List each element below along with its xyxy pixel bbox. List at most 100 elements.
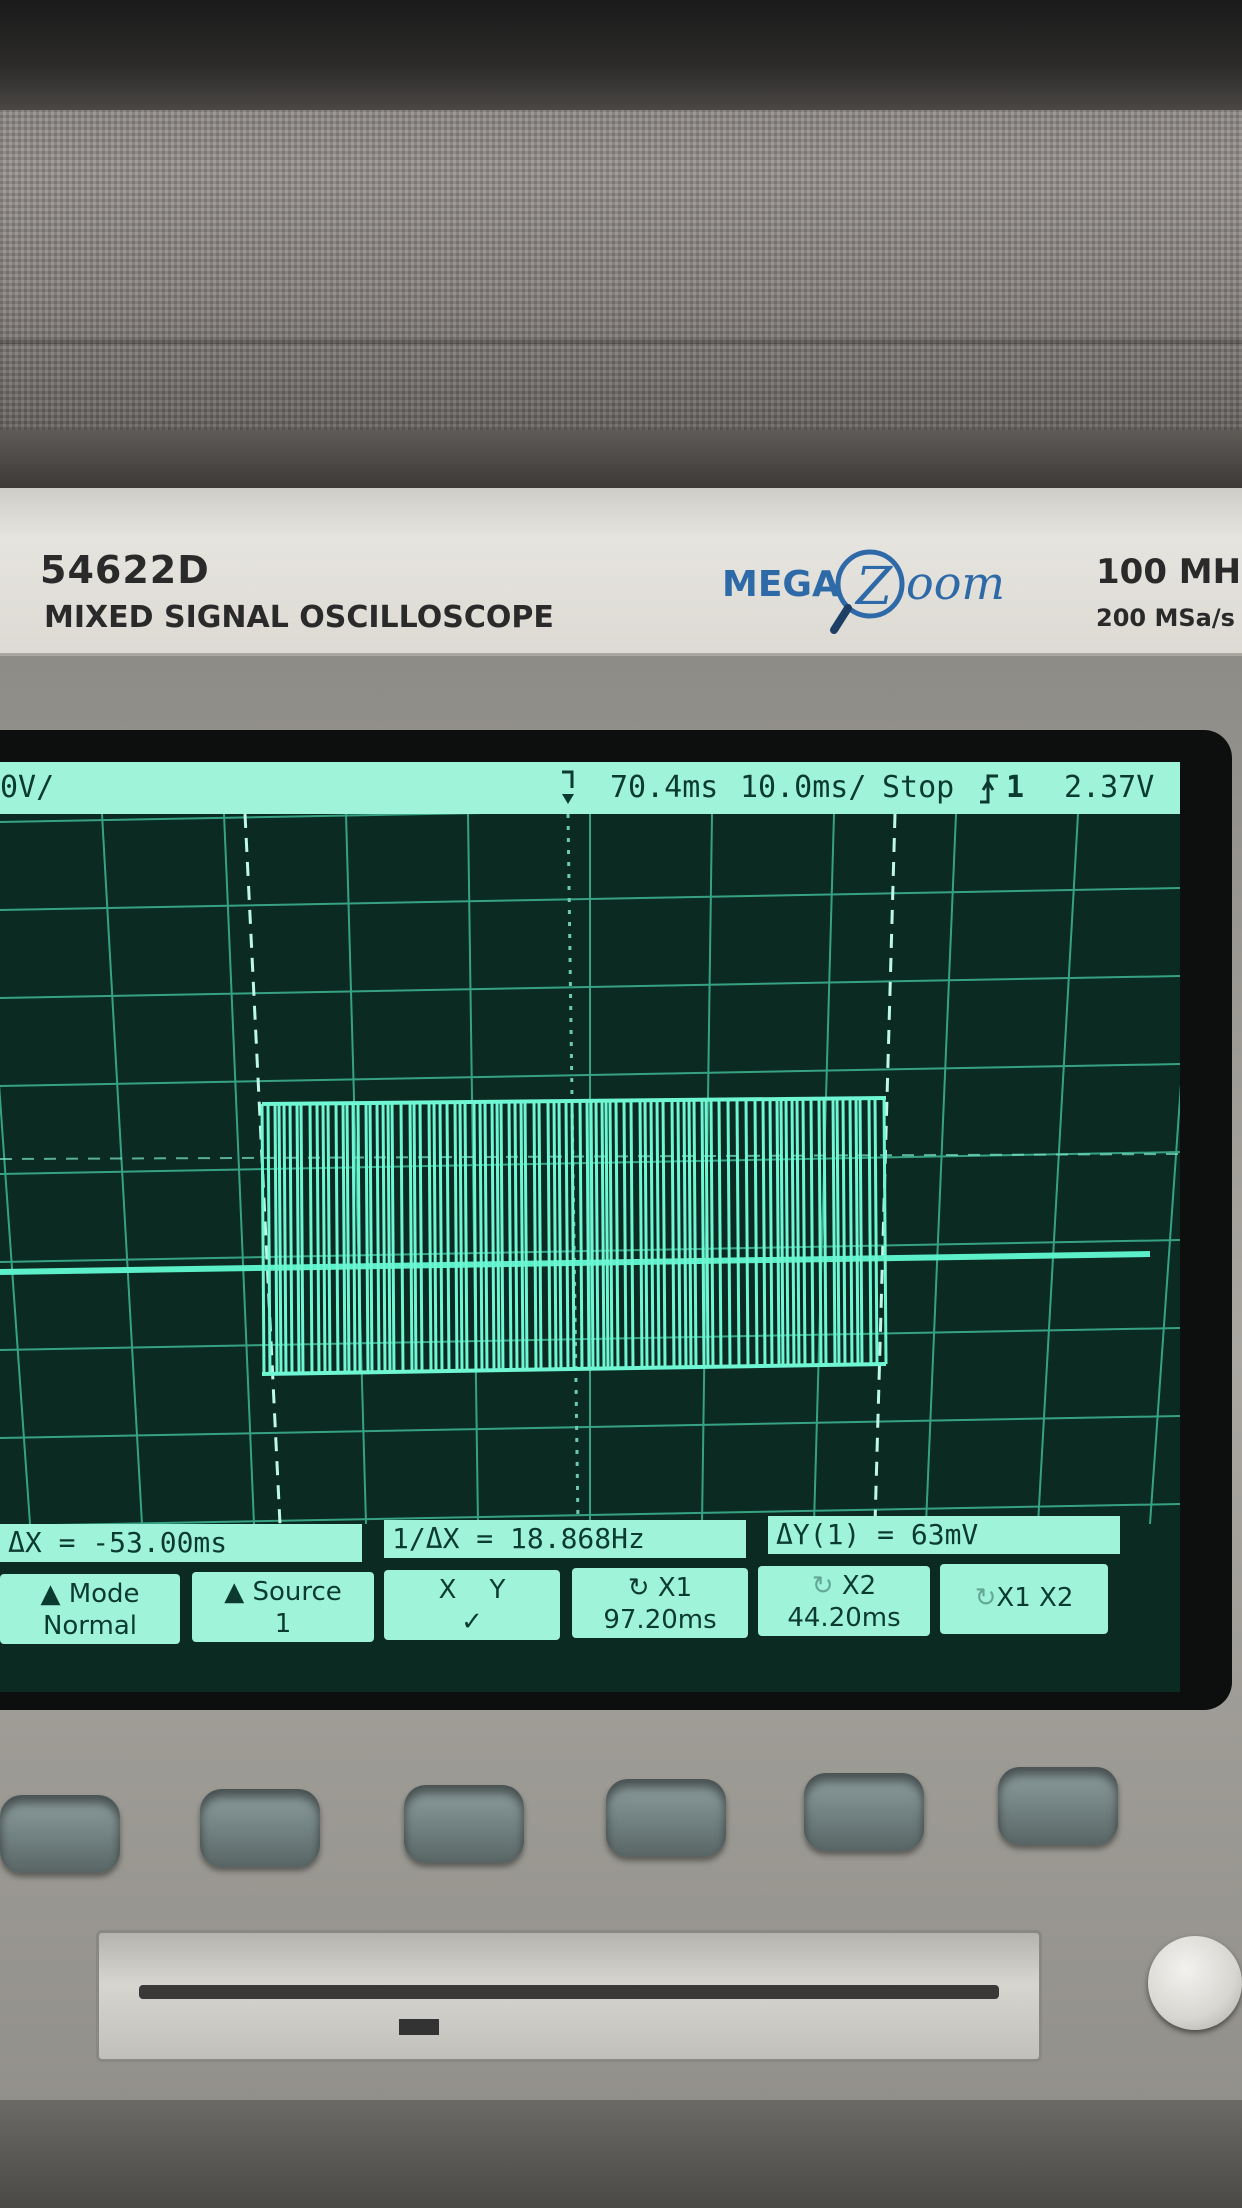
burst-edge bbox=[735, 1099, 741, 1367]
burst-edge bbox=[458, 1102, 464, 1371]
rising-edge-trigger-icon bbox=[980, 774, 998, 804]
softkey-button-4[interactable] bbox=[606, 1779, 726, 1857]
burst-edge bbox=[638, 1100, 644, 1368]
burst-edge bbox=[490, 1101, 496, 1371]
bag-flap bbox=[0, 430, 1242, 490]
burst-edge bbox=[594, 1100, 600, 1369]
burst-edge bbox=[614, 1100, 620, 1369]
burst-edge bbox=[445, 1102, 451, 1372]
burst-edge bbox=[412, 1102, 418, 1372]
floppy-drive bbox=[96, 1930, 1042, 2062]
burst-edge bbox=[604, 1100, 610, 1369]
burst-edge bbox=[700, 1099, 706, 1367]
x2-title: X2 bbox=[841, 1571, 877, 1601]
x1-softkey[interactable]: ↻ X1 97.20ms bbox=[572, 1568, 748, 1638]
sample-rate-label: 200 MSa/s bbox=[1096, 604, 1235, 632]
softkey-button-5[interactable] bbox=[804, 1773, 924, 1851]
time-per-div: 10.0ms/ bbox=[740, 770, 867, 805]
softkey-menu: ΔX = -53.00ms 1/ΔX = 18.868Hz ΔY(1) = 63… bbox=[0, 1516, 1180, 1692]
graticule-grid bbox=[0, 814, 1180, 1524]
x2-value: 44.20ms bbox=[787, 1603, 901, 1633]
softkey-button-1[interactable] bbox=[0, 1795, 120, 1873]
burst-edge bbox=[532, 1101, 538, 1370]
softkey-button-6[interactable] bbox=[998, 1767, 1118, 1845]
logo-oom-text: oom bbox=[906, 556, 1006, 610]
burst-edge bbox=[841, 1098, 847, 1365]
xy-softkey[interactable]: X Y ✓ bbox=[384, 1570, 560, 1640]
burst-edge bbox=[308, 1103, 314, 1374]
magnifier-z-icon: Z bbox=[830, 549, 905, 634]
x1x2-softkey[interactable]: ↻X1 X2 bbox=[940, 1564, 1108, 1634]
x2-softkey[interactable]: ↻ X2 44.20ms bbox=[758, 1566, 930, 1636]
burst-edge bbox=[472, 1101, 478, 1371]
burst-edge bbox=[809, 1098, 815, 1366]
burst-edge bbox=[655, 1100, 661, 1368]
burst-edge bbox=[790, 1098, 796, 1366]
burst-edge bbox=[570, 1101, 576, 1370]
burst-edge bbox=[438, 1102, 444, 1372]
burst-edge bbox=[495, 1101, 501, 1371]
front-panel-bottom bbox=[0, 2100, 1242, 2208]
burst-edge bbox=[704, 1099, 710, 1367]
waveform-graticule bbox=[0, 814, 1180, 1524]
burst-edge bbox=[386, 1102, 392, 1372]
xy-x-label: X bbox=[438, 1575, 457, 1605]
mode-title: Mode bbox=[68, 1579, 140, 1609]
burst-edge bbox=[453, 1102, 459, 1371]
x1-title: X1 bbox=[657, 1573, 693, 1603]
baseline-trace bbox=[0, 1251, 1151, 1275]
power-knob[interactable] bbox=[1148, 1936, 1242, 2030]
burst-edge bbox=[858, 1098, 864, 1365]
burst-edge bbox=[341, 1103, 347, 1373]
burst-edge bbox=[873, 1098, 879, 1365]
check-icon: ✓ bbox=[461, 1607, 483, 1637]
graticule-vline bbox=[925, 814, 957, 1524]
burst-edge bbox=[299, 1103, 305, 1374]
model-number: 54622D bbox=[40, 548, 210, 592]
burst-edge bbox=[375, 1102, 381, 1373]
burst-edge bbox=[427, 1102, 433, 1372]
burst-edge bbox=[463, 1102, 469, 1371]
burst-edge bbox=[585, 1100, 591, 1369]
logo-mega-text: MEGA bbox=[722, 564, 840, 605]
burst-edge bbox=[399, 1102, 405, 1372]
burst-edge bbox=[390, 1102, 396, 1372]
rotate-knob-icon: ↻ bbox=[974, 1583, 997, 1613]
burst-edge bbox=[643, 1100, 649, 1368]
mode-value: Normal bbox=[42, 1611, 138, 1641]
floppy-slot[interactable] bbox=[139, 1985, 999, 1999]
graticule-vline bbox=[101, 814, 143, 1524]
burst-edge bbox=[557, 1101, 563, 1370]
oscilloscope-display: 0V/ 70.4ms 10.0ms/ Stop 1 2.37V ΔX = -53… bbox=[0, 762, 1180, 1692]
burst-edge bbox=[546, 1101, 552, 1370]
burst-edge bbox=[507, 1101, 513, 1371]
burst-edge bbox=[326, 1103, 332, 1373]
burst-edge bbox=[564, 1101, 570, 1370]
floppy-led bbox=[399, 2019, 439, 2035]
trigger-source: 1 bbox=[1006, 770, 1025, 805]
graticule-vline bbox=[0, 1083, 31, 1524]
logo-z-letter: Z bbox=[854, 557, 893, 617]
up-arrow-icon: ▲ bbox=[40, 1579, 69, 1609]
burst-edge bbox=[822, 1098, 828, 1366]
source-softkey[interactable]: ▲ Source 1 bbox=[192, 1572, 374, 1642]
burst-edge bbox=[315, 1103, 321, 1374]
burst-edge bbox=[432, 1102, 438, 1372]
channel-scale: 0V/ bbox=[0, 770, 55, 805]
burst-edge bbox=[356, 1103, 362, 1373]
burst-edge bbox=[709, 1099, 715, 1367]
burst-edge bbox=[676, 1099, 682, 1368]
burst-edge bbox=[345, 1103, 351, 1373]
softkey-button-2[interactable] bbox=[200, 1789, 320, 1867]
mode-softkey[interactable]: ▲ Mode Normal bbox=[0, 1574, 180, 1644]
burst-edge bbox=[513, 1101, 519, 1370]
inverse-delta-x-readout: 1/ΔX = 18.868Hz bbox=[384, 1520, 746, 1558]
burst-edge bbox=[768, 1099, 774, 1366]
burst-edge bbox=[670, 1100, 676, 1368]
burst-edge bbox=[260, 1103, 266, 1375]
softkey-button-3[interactable] bbox=[404, 1785, 524, 1863]
source-value: 1 bbox=[274, 1609, 292, 1639]
burst-edge bbox=[784, 1098, 790, 1366]
burst-edge bbox=[368, 1102, 374, 1373]
megazoom-logo: MEGA Z oom bbox=[722, 546, 1022, 636]
